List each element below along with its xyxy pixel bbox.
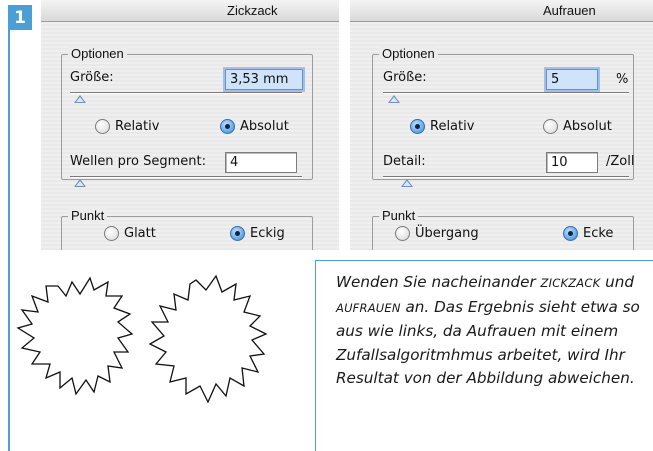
note-text-part1: Wenden Sie nacheinander xyxy=(336,273,541,291)
radio-on-icon xyxy=(220,119,235,134)
aufrauen-relative-radio[interactable]: Relativ xyxy=(410,119,474,134)
explanation-box: Wenden Sie nacheinander Zickzack und Auf… xyxy=(315,260,653,451)
zickzack-titlebar: Zickzack xyxy=(41,0,339,22)
roughened-shapes-illustration xyxy=(16,274,268,404)
radio-on-icon xyxy=(410,119,425,134)
aufrauen-size-slider-thumb[interactable] xyxy=(388,95,400,103)
radio-on-icon xyxy=(230,226,245,241)
radio-off-icon xyxy=(395,226,410,241)
note-term-aufrauen: Aufrauen xyxy=(336,300,401,315)
zickzack-dialog: Zickzack Optionen Größe: 3,53 mm Relativ… xyxy=(41,0,339,250)
zickzack-point-label: Punkt xyxy=(68,208,108,223)
aufrauen-dialog: Aufrauen Optionen Größe: 5 % Relativ Abs… xyxy=(350,0,653,250)
zickzack-title: Zickzack xyxy=(227,3,278,18)
roughened-shape-right xyxy=(148,274,268,404)
zickzack-corner-label: Eckig xyxy=(250,226,285,241)
radio-off-icon xyxy=(543,119,558,134)
aufrauen-point-label: Punkt xyxy=(379,208,419,223)
step-number: 1 xyxy=(14,7,26,28)
aufrauen-absolute-radio[interactable]: Absolut xyxy=(543,119,612,134)
aufrauen-smooth-label: Übergang xyxy=(415,226,479,241)
roughened-shape-left xyxy=(16,276,134,396)
zickzack-options-label: Optionen xyxy=(68,46,127,61)
step-number-badge: 1 xyxy=(8,5,32,30)
aufrauen-absolute-label: Absolut xyxy=(563,119,612,134)
zickzack-waves-slider-thumb[interactable] xyxy=(74,179,86,187)
zickzack-size-slider-track[interactable] xyxy=(70,92,302,94)
note-text-part2: und xyxy=(600,273,635,291)
radio-off-icon xyxy=(104,226,119,241)
zickzack-waves-label: Wellen pro Segment: xyxy=(70,154,206,169)
aufrauen-corner-label: Ecke xyxy=(583,226,614,241)
aufrauen-relative-label: Relativ xyxy=(430,119,475,134)
zickzack-smooth-label: Glatt xyxy=(124,226,156,241)
aufrauen-options-label: Optionen xyxy=(379,46,438,61)
zickzack-size-slider-thumb[interactable] xyxy=(74,95,86,103)
zickzack-size-input[interactable]: 3,53 mm xyxy=(225,69,303,90)
aufrauen-detail-label: Detail: xyxy=(383,154,426,169)
aufrauen-detail-input[interactable]: 10 xyxy=(546,152,598,173)
aufrauen-detail-slider-track[interactable] xyxy=(383,176,629,178)
zickzack-size-label: Größe: xyxy=(70,70,114,85)
aufrauen-size-input[interactable]: 5 xyxy=(546,69,598,90)
zickzack-relative-label: Relativ xyxy=(115,119,160,134)
note-term-zickzack: Zickzack xyxy=(540,276,601,290)
zickzack-waves-input[interactable]: 4 xyxy=(225,152,297,173)
radio-on-icon xyxy=(563,226,578,241)
aufrauen-size-slider-track[interactable] xyxy=(383,92,629,94)
aufrauen-detail-slider-thumb[interactable] xyxy=(401,179,413,187)
aufrauen-size-label: Größe: xyxy=(383,70,427,85)
zickzack-relative-radio[interactable]: Relativ xyxy=(95,119,159,134)
aufrauen-title: Aufrauen xyxy=(543,3,596,18)
zickzack-absolute-radio[interactable]: Absolut xyxy=(220,119,289,134)
aufrauen-corner-radio[interactable]: Ecke xyxy=(563,226,613,241)
zickzack-absolute-label: Absolut xyxy=(240,119,289,134)
zickzack-smooth-radio[interactable]: Glatt xyxy=(104,226,156,241)
aufrauen-size-unit: % xyxy=(616,72,629,87)
aufrauen-detail-unit: /Zoll xyxy=(606,154,635,169)
explanation-text: Wenden Sie nacheinander Zickzack und Auf… xyxy=(336,271,653,391)
zickzack-waves-slider-track[interactable] xyxy=(70,176,302,178)
aufrauen-smooth-radio[interactable]: Übergang xyxy=(395,226,479,241)
radio-off-icon xyxy=(95,119,110,134)
zickzack-corner-radio[interactable]: Eckig xyxy=(230,226,285,241)
aufrauen-titlebar: Aufrauen xyxy=(350,0,653,22)
